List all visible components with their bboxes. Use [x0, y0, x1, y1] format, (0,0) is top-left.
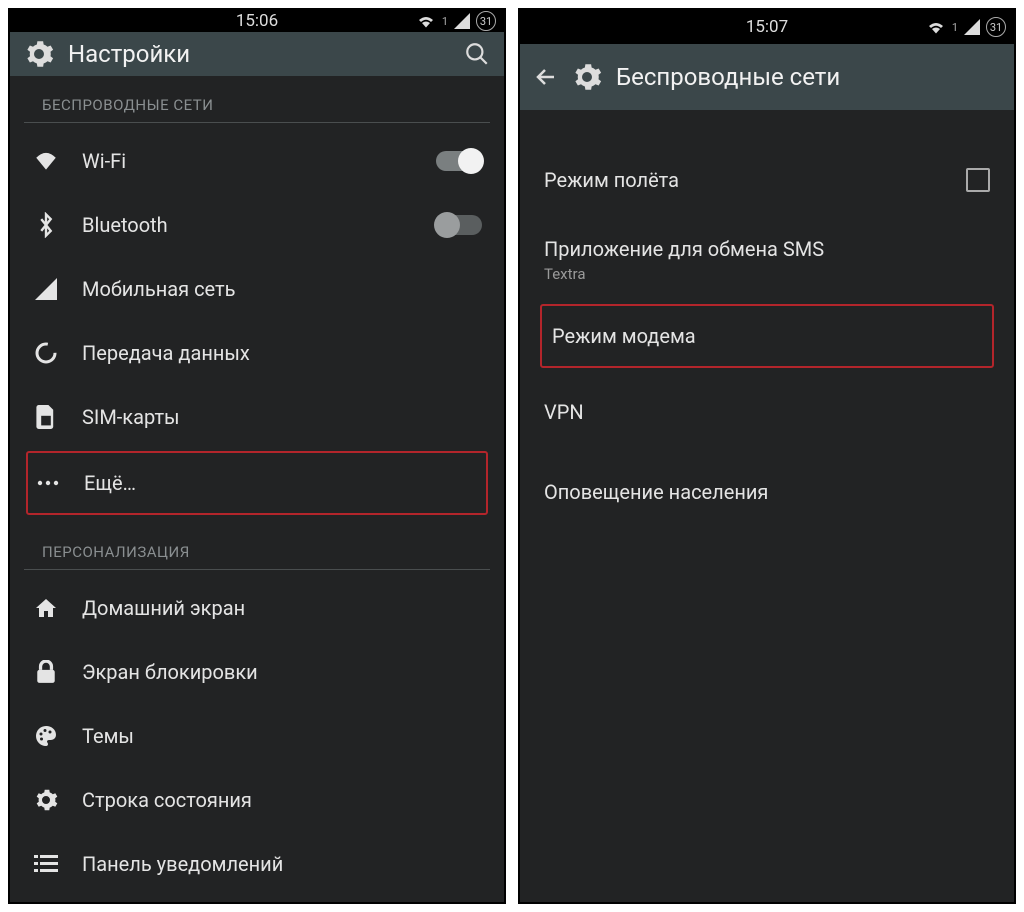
row-home-screen[interactable]: Домашний экран	[10, 576, 504, 640]
row-tethering[interactable]: Режим модема	[540, 304, 994, 368]
row-label: Домашний экран	[82, 596, 245, 620]
row-vpn[interactable]: VPN	[520, 372, 1014, 452]
row-subtitle: Textra	[544, 265, 585, 283]
row-label: Wi-Fi	[82, 149, 126, 173]
bluetooth-toggle[interactable]	[436, 215, 482, 235]
list-icon	[34, 854, 58, 874]
row-label: Bluetooth	[82, 213, 168, 237]
bluetooth-icon	[37, 212, 55, 238]
clock: 15:07	[746, 17, 788, 37]
wifi-icon	[926, 19, 946, 35]
status-icons: 1 31	[416, 11, 496, 31]
row-label: VPN	[544, 400, 584, 424]
row-label: Мобильная сеть	[82, 277, 236, 301]
lock-icon	[36, 660, 56, 684]
page-title: Настройки	[68, 40, 190, 68]
palette-icon	[34, 724, 58, 748]
personalization-list: Домашний экран Экран блокировки Темы Стр…	[10, 570, 504, 902]
row-notification-panel[interactable]: Панель уведомлений	[10, 832, 504, 896]
row-label: Темы	[82, 724, 134, 748]
row-label: Строка состояния	[82, 788, 252, 812]
row-label: Экран блокировки	[82, 660, 258, 684]
gear-icon	[34, 788, 58, 812]
row-label: Режим полёта	[544, 168, 679, 192]
section-personalization-header: ПЕРСОНАЛИЗАЦИЯ	[24, 523, 490, 570]
row-sim-cards[interactable]: SIM-карты	[10, 385, 504, 449]
row-label: Передача данных	[82, 341, 250, 365]
clock: 15:06	[236, 11, 278, 31]
gear-icon	[24, 39, 54, 69]
sim-slot-badge: 1	[442, 15, 448, 28]
signal-icon	[964, 19, 980, 35]
wifi-icon	[33, 150, 59, 172]
signal-icon	[35, 278, 57, 300]
phone-settings: 15:06 1 31 Настройки БЕСПРОВОДНЫЕ СЕТИ W…	[8, 8, 506, 904]
calendar-badge: 31	[986, 17, 1006, 37]
data-usage-icon	[34, 341, 58, 365]
row-label: SIM-карты	[82, 405, 180, 429]
page-title: Беспроводные сети	[616, 63, 840, 91]
status-bar: 15:06 1 31	[10, 10, 504, 32]
row-label: Панель уведомлений	[82, 852, 283, 876]
row-status-bar[interactable]: Строка состояния	[10, 768, 504, 832]
row-cell-broadcast[interactable]: Оповещение населения	[520, 452, 1014, 532]
sim-icon	[36, 405, 56, 429]
row-mobile-network[interactable]: Мобильная сеть	[10, 257, 504, 321]
row-airplane-mode[interactable]: Режим полёта	[520, 140, 1014, 220]
status-icons: 1 31	[926, 17, 1006, 37]
header: Настройки	[10, 32, 504, 76]
airplane-checkbox[interactable]	[966, 168, 990, 192]
row-wifi[interactable]: Wi-Fi	[10, 129, 504, 193]
gear-icon	[572, 62, 602, 92]
row-label: Режим модема	[552, 324, 696, 348]
row-data-usage[interactable]: Передача данных	[10, 321, 504, 385]
wifi-icon	[416, 13, 436, 29]
row-label: Оповещение населения	[544, 480, 768, 504]
signal-icon	[454, 13, 470, 29]
wifi-toggle[interactable]	[436, 151, 482, 171]
home-icon	[34, 597, 58, 619]
wireless-detail-list: Режим полёта Приложение для обмена SMS T…	[520, 110, 1014, 532]
search-icon[interactable]	[464, 41, 490, 67]
phone-wireless-networks: 15:07 1 31 Беспроводные сети Режим полёт…	[518, 8, 1016, 904]
status-bar: 15:07 1 31	[520, 10, 1014, 44]
row-more[interactable]: Ещё…	[26, 451, 488, 515]
section-wireless-header: БЕСПРОВОДНЫЕ СЕТИ	[24, 76, 490, 123]
more-icon	[37, 479, 59, 487]
row-lock-screen[interactable]: Экран блокировки	[10, 640, 504, 704]
row-bluetooth[interactable]: Bluetooth	[10, 193, 504, 257]
calendar-badge: 31	[476, 11, 496, 31]
row-sms-app[interactable]: Приложение для обмена SMS Textra	[520, 220, 1014, 300]
sim-slot-badge: 1	[952, 21, 958, 34]
row-label: Приложение для обмена SMS	[544, 237, 824, 261]
row-themes[interactable]: Темы	[10, 704, 504, 768]
header: Беспроводные сети	[520, 44, 1014, 110]
wireless-list: Wi-Fi Bluetooth Мобильная сеть Передача …	[10, 123, 504, 523]
row-label: Ещё…	[84, 471, 136, 495]
back-icon[interactable]	[534, 65, 558, 89]
